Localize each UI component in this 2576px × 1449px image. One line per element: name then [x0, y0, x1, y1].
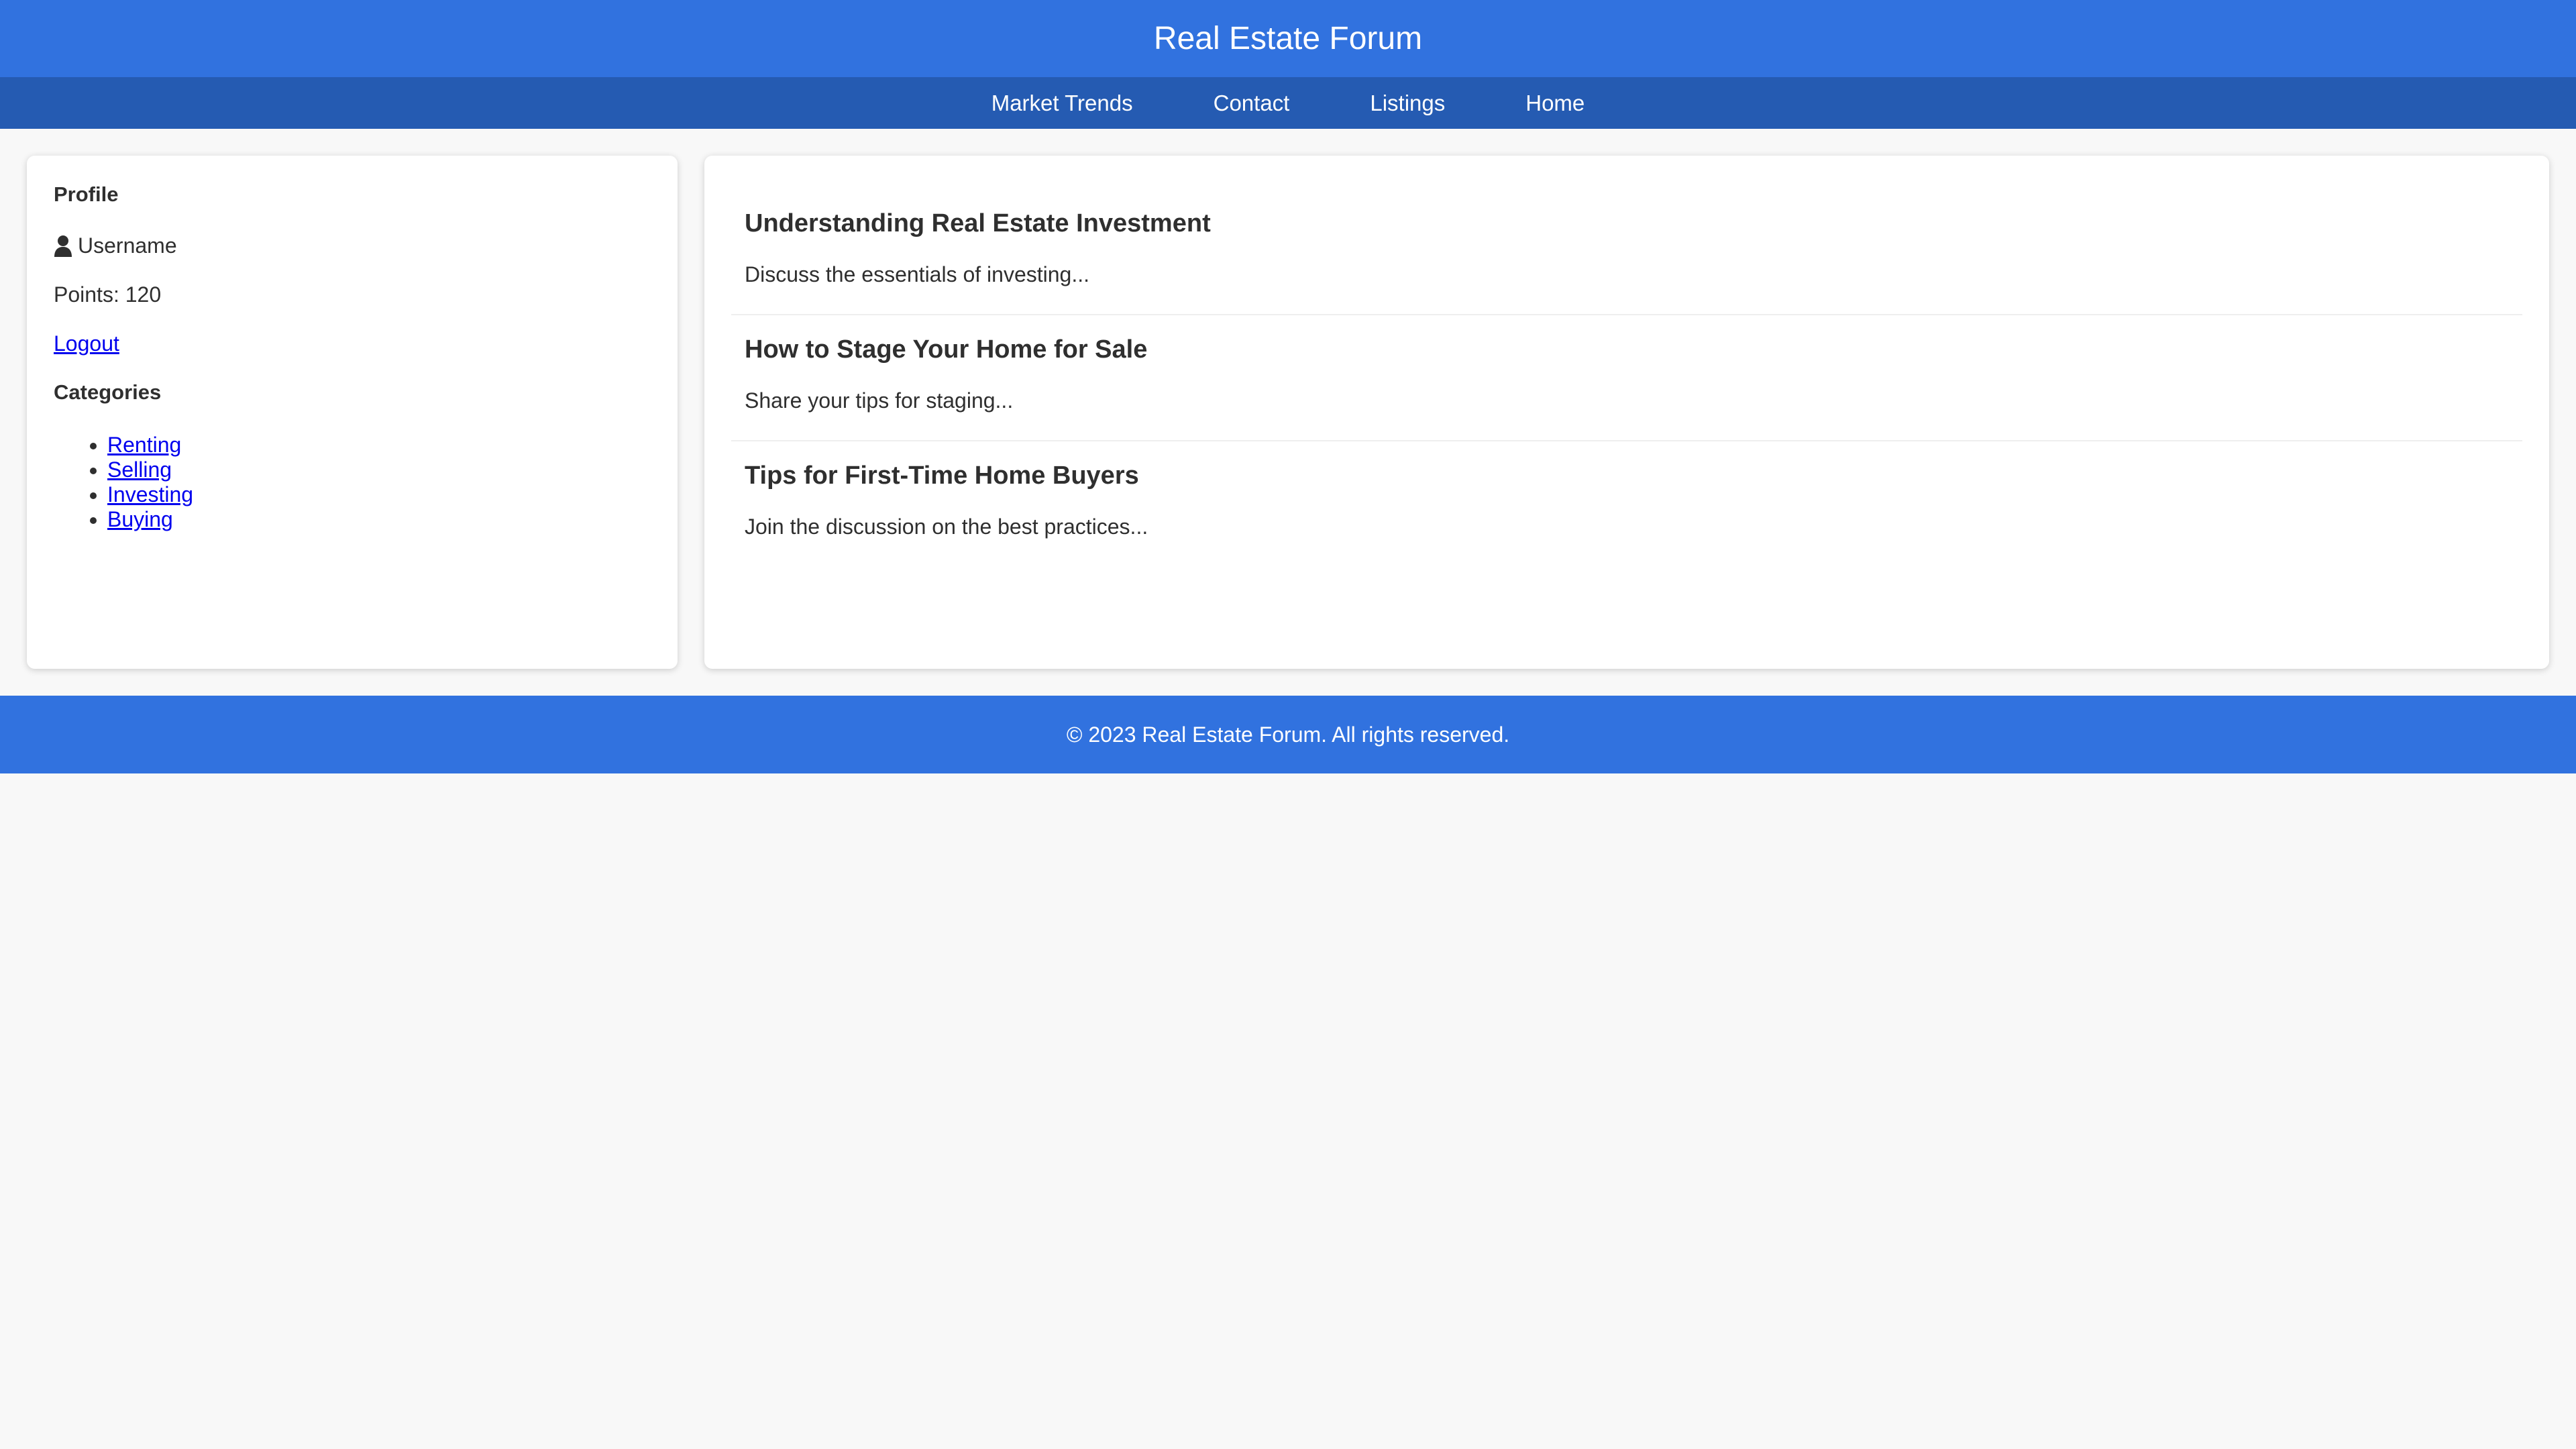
footer-copyright: © 2023 Real Estate Forum. All rights res… [1066, 722, 1510, 747]
profile-heading: Profile [54, 182, 119, 206]
main-nav: Market Trends Contact Listings Home [0, 77, 2576, 129]
categories-heading: Categories [54, 380, 162, 404]
post-item[interactable]: How to Stage Your Home for Sale Share yo… [731, 315, 2522, 441]
category-link-renting[interactable]: Renting [107, 433, 181, 457]
nav-item-market-trends[interactable]: Market Trends [951, 91, 1173, 116]
site-header: Real Estate Forum [0, 0, 2576, 77]
nav-item-home[interactable]: Home [1485, 91, 1625, 116]
post-description: Join the discussion on the best practice… [745, 515, 1148, 539]
logout-line: Logout [54, 331, 651, 356]
category-link-selling[interactable]: Selling [107, 458, 172, 482]
username-line: Username [54, 233, 651, 258]
post-title[interactable]: Understanding Real Estate Investment [745, 209, 2509, 238]
points-display: Points: 120 [54, 282, 162, 307]
category-link-buying[interactable]: Buying [107, 507, 173, 531]
main-content: Profile Username Points: 120 Logout Cate… [27, 156, 2549, 669]
category-item: Selling [107, 458, 651, 482]
category-item: Renting [107, 433, 651, 458]
nav-item-listings[interactable]: Listings [1330, 91, 1485, 116]
category-item: Buying [107, 507, 651, 532]
site-title: Real Estate Forum [1153, 21, 1423, 56]
logout-link[interactable]: Logout [54, 331, 119, 356]
post-title[interactable]: How to Stage Your Home for Sale [745, 335, 2509, 364]
profile-sidebar: Profile Username Points: 120 Logout Cate… [27, 156, 678, 669]
post-description: Discuss the essentials of investing... [745, 262, 1090, 286]
post-item[interactable]: Tips for First-Time Home Buyers Join the… [731, 441, 2522, 566]
categories-list: Renting Selling Investing Buying [54, 433, 651, 532]
username: Username [78, 233, 177, 258]
post-description: Share your tips for staging... [745, 388, 1014, 413]
post-title[interactable]: Tips for First-Time Home Buyers [745, 462, 2509, 490]
posts-list: Understanding Real Estate Investment Dis… [704, 156, 2549, 669]
category-link-investing[interactable]: Investing [107, 482, 193, 506]
user-icon [54, 235, 72, 258]
post-item[interactable]: Understanding Real Estate Investment Dis… [731, 189, 2522, 315]
category-item: Investing [107, 482, 651, 507]
nav-item-contact[interactable]: Contact [1173, 91, 1330, 116]
site-footer: © 2023 Real Estate Forum. All rights res… [0, 696, 2576, 773]
